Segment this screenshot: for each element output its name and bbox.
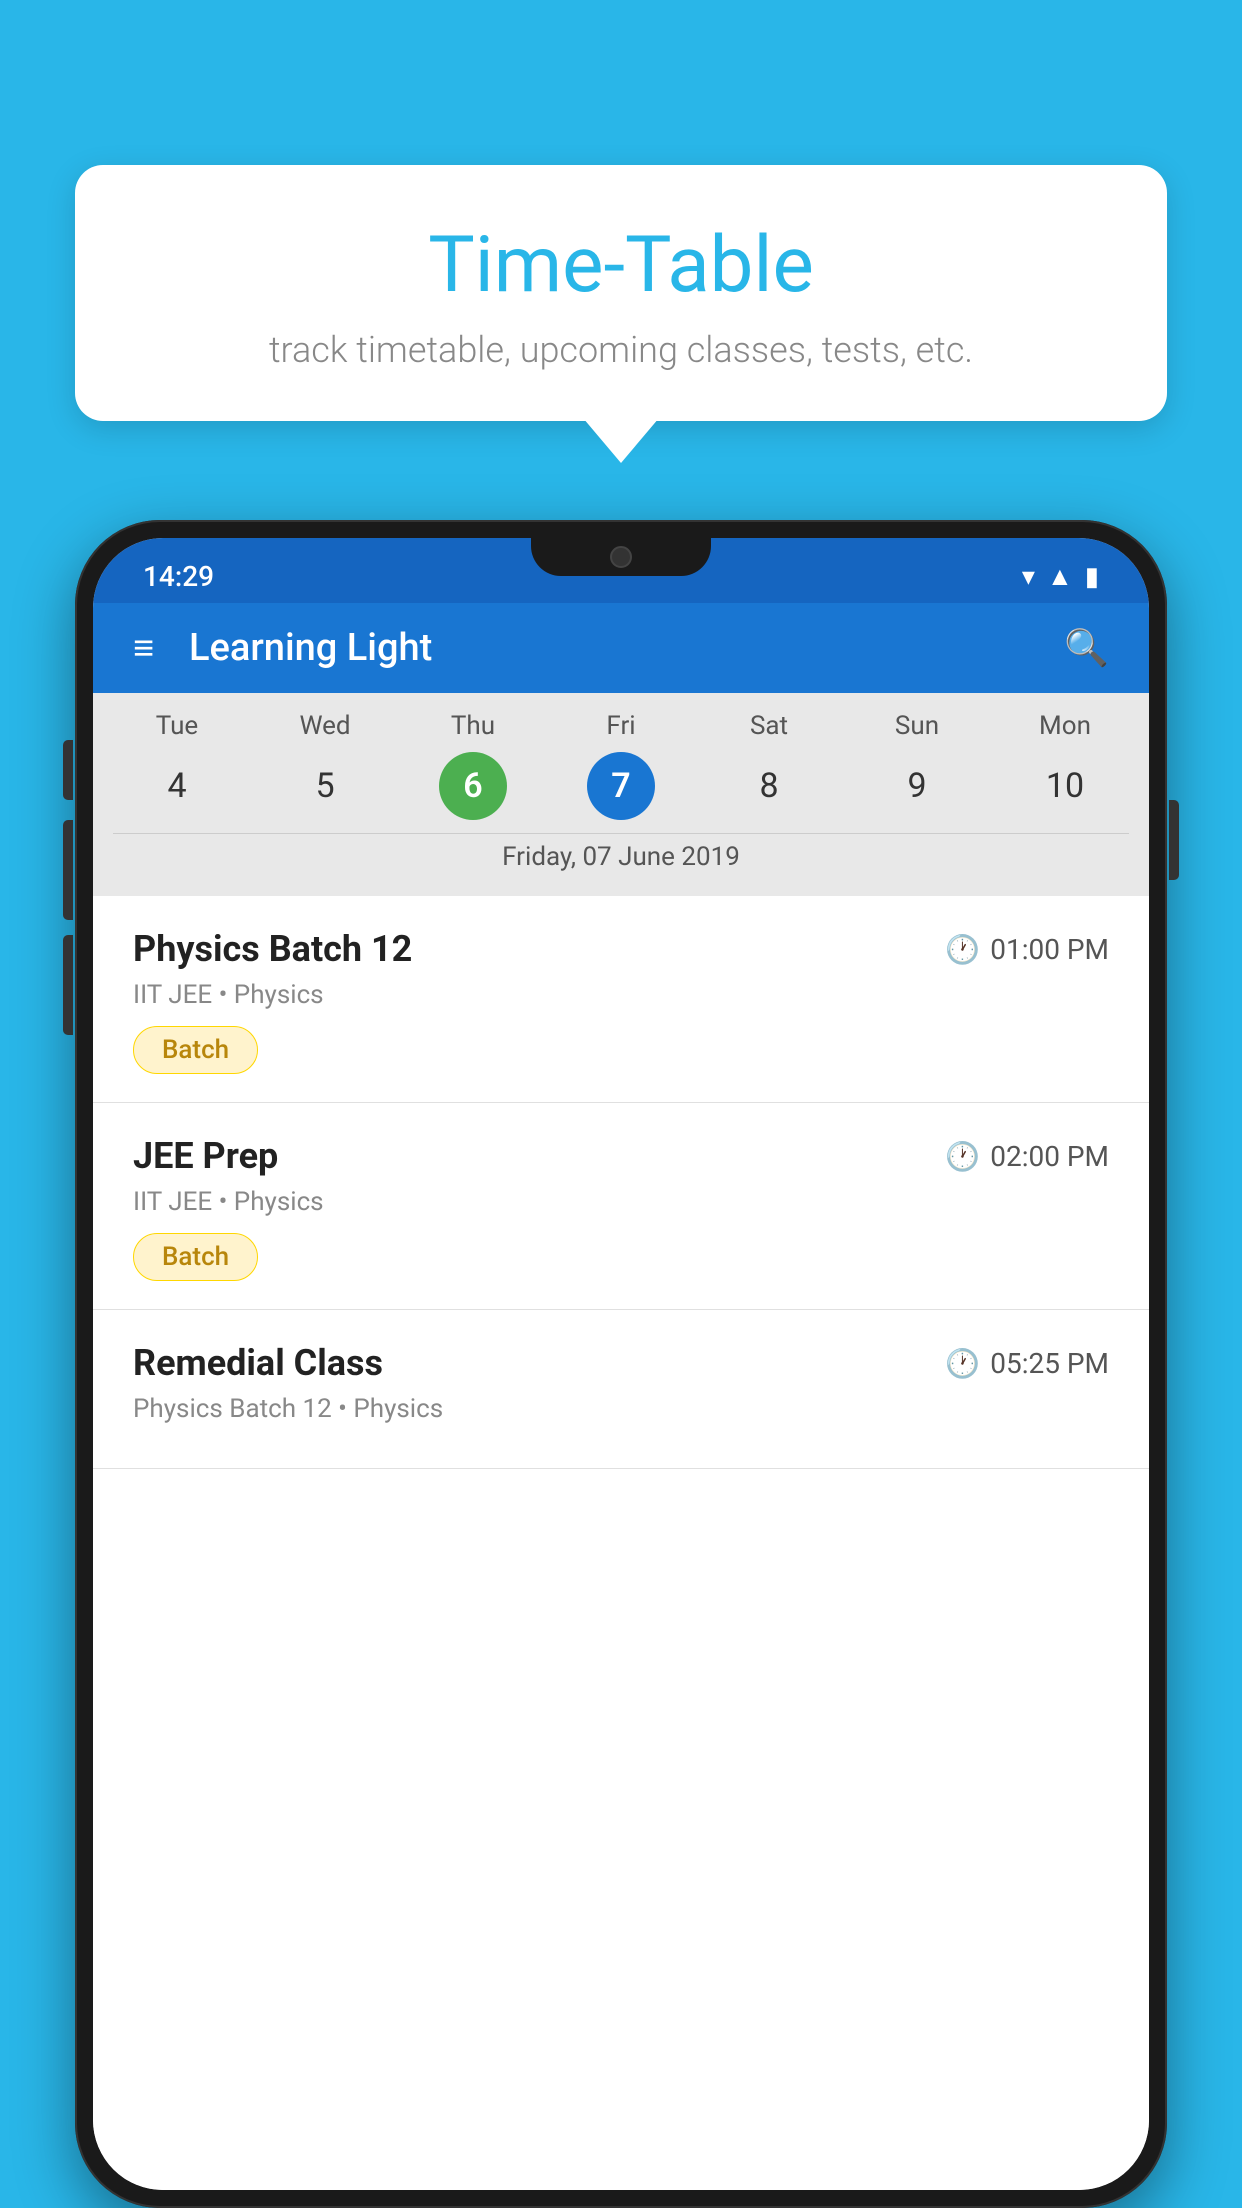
- clock-icon-1: 🕐: [945, 933, 980, 966]
- tooltip-card: Time-Table track timetable, upcoming cla…: [75, 165, 1167, 421]
- phone-screen: 14:29 ▾ ▲ ▮ ≡ Learning Light 🔍 Tue Wed T…: [93, 538, 1149, 2190]
- clock-icon-3: 🕐: [945, 1347, 980, 1380]
- calendar-strip: Tue Wed Thu Fri Sat Sun Mon 4 5 6 7 8 9 …: [93, 693, 1149, 896]
- tooltip-subtitle: track timetable, upcoming classes, tests…: [135, 329, 1107, 371]
- class-meta-3: Physics Batch 12 • Physics: [133, 1394, 1109, 1424]
- day-header-wed: Wed: [251, 711, 399, 741]
- day-6-today[interactable]: 6: [399, 751, 547, 821]
- hamburger-icon[interactable]: ≡: [133, 630, 154, 666]
- app-title: Learning Light: [189, 626, 1064, 670]
- class-time-3: 🕐 05:25 PM: [945, 1347, 1109, 1380]
- batch-badge-2: Batch: [133, 1233, 258, 1281]
- class-item-header-2: JEE Prep 🕐 02:00 PM: [133, 1135, 1109, 1177]
- class-meta-2: IIT JEE • Physics: [133, 1187, 1109, 1217]
- phone-outer: 14:29 ▾ ▲ ▮ ≡ Learning Light 🔍 Tue Wed T…: [75, 520, 1167, 2208]
- class-item-header-3: Remedial Class 🕐 05:25 PM: [133, 1342, 1109, 1384]
- selected-date: Friday, 07 June 2019: [103, 834, 1139, 886]
- class-list: Physics Batch 12 🕐 01:00 PM IIT JEE • Ph…: [93, 896, 1149, 2190]
- day-header-sun: Sun: [843, 711, 991, 741]
- class-name-1: Physics Batch 12: [133, 928, 412, 970]
- wifi-icon: ▾: [1022, 562, 1035, 592]
- class-item-remedial[interactable]: Remedial Class 🕐 05:25 PM Physics Batch …: [93, 1310, 1149, 1469]
- day-10[interactable]: 10: [991, 751, 1139, 821]
- power-button: [1169, 800, 1179, 880]
- phone-mockup: 14:29 ▾ ▲ ▮ ≡ Learning Light 🔍 Tue Wed T…: [75, 520, 1167, 2208]
- day-headers: Tue Wed Thu Fri Sat Sun Mon: [103, 711, 1139, 741]
- app-bar: ≡ Learning Light 🔍: [93, 603, 1149, 693]
- day-5[interactable]: 5: [251, 751, 399, 821]
- day-header-tue: Tue: [103, 711, 251, 741]
- day-numbers: 4 5 6 7 8 9 10: [103, 751, 1139, 821]
- day-4[interactable]: 4: [103, 751, 251, 821]
- tooltip-title: Time-Table: [135, 220, 1107, 311]
- volume-down-button: [63, 820, 73, 920]
- day-9[interactable]: 9: [843, 751, 991, 821]
- class-time-1: 🕐 01:00 PM: [945, 933, 1109, 966]
- day-8[interactable]: 8: [695, 751, 843, 821]
- day-header-sat: Sat: [695, 711, 843, 741]
- day-7-selected[interactable]: 7: [547, 751, 695, 821]
- signal-icon: ▲: [1047, 561, 1073, 592]
- class-item-physics-batch-12[interactable]: Physics Batch 12 🕐 01:00 PM IIT JEE • Ph…: [93, 896, 1149, 1103]
- class-meta-1: IIT JEE • Physics: [133, 980, 1109, 1010]
- class-item-jee-prep[interactable]: JEE Prep 🕐 02:00 PM IIT JEE • Physics Ba…: [93, 1103, 1149, 1310]
- volume-up-button: [63, 740, 73, 800]
- status-time: 14:29: [143, 560, 214, 593]
- class-name-2: JEE Prep: [133, 1135, 278, 1177]
- batch-badge-1: Batch: [133, 1026, 258, 1074]
- front-camera: [610, 546, 632, 568]
- silent-button: [63, 935, 73, 1035]
- battery-icon: ▮: [1085, 562, 1099, 592]
- class-name-3: Remedial Class: [133, 1342, 383, 1384]
- search-icon[interactable]: 🔍: [1064, 627, 1109, 669]
- day-header-fri: Fri: [547, 711, 695, 741]
- phone-notch: [531, 538, 711, 576]
- status-icons: ▾ ▲ ▮: [1022, 561, 1099, 592]
- class-time-2: 🕐 02:00 PM: [945, 1140, 1109, 1173]
- day-header-thu: Thu: [399, 711, 547, 741]
- clock-icon-2: 🕐: [945, 1140, 980, 1173]
- day-header-mon: Mon: [991, 711, 1139, 741]
- class-item-header-1: Physics Batch 12 🕐 01:00 PM: [133, 928, 1109, 970]
